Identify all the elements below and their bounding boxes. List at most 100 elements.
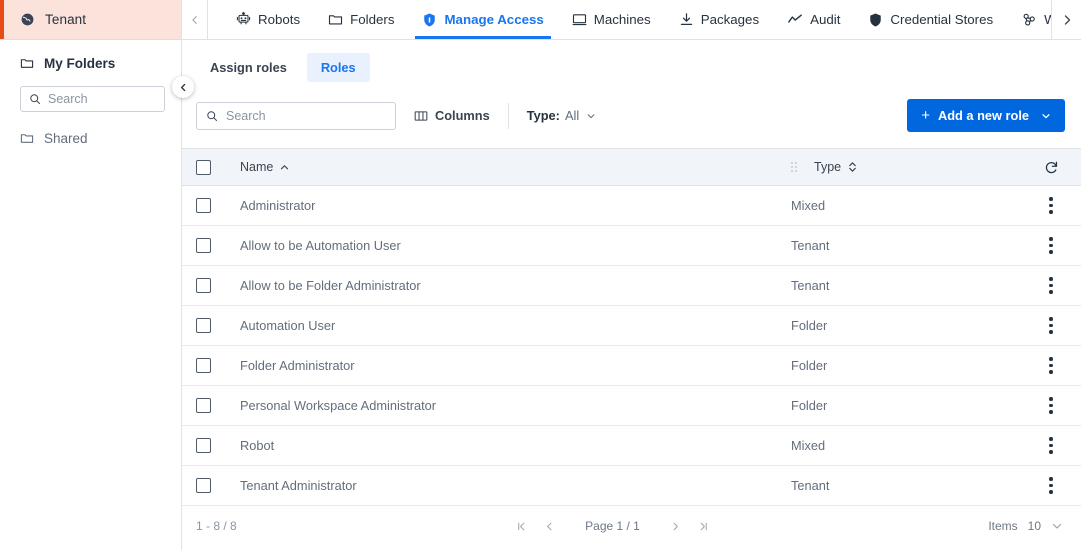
more-vertical-icon[interactable]	[1045, 233, 1057, 258]
column-header-name[interactable]: Name	[240, 160, 791, 174]
sidebar-tenant-header[interactable]: Tenant	[0, 0, 181, 40]
table-row[interactable]: Personal Workspace Administrator Folder	[182, 386, 1081, 426]
tab-manage-access[interactable]: Manage Access	[408, 0, 557, 39]
topnav-scroll-right-button[interactable]	[1051, 0, 1081, 39]
row-checkbox[interactable]	[196, 238, 211, 253]
sidebar-item-my-folders[interactable]: My Folders	[0, 45, 181, 81]
row-checkbox[interactable]	[196, 318, 211, 333]
table-row[interactable]: Tenant Administrator Tenant	[182, 466, 1081, 506]
cell-type: Mixed	[791, 198, 1021, 213]
cell-type: Mixed	[791, 438, 1021, 453]
table-row[interactable]: Folder Administrator Folder	[182, 346, 1081, 386]
search-icon	[206, 110, 218, 122]
topnav-tabs: Robots Folders Manage Access Machines Pa…	[208, 0, 1081, 39]
row-checkbox[interactable]	[196, 438, 211, 453]
table-row[interactable]: Allow to be Automation User Tenant	[182, 226, 1081, 266]
column-drag-handle-icon[interactable]	[791, 162, 797, 172]
tab-label: Folders	[350, 12, 395, 27]
cell-type: Tenant	[791, 238, 1021, 253]
cell-name: Personal Workspace Administrator	[240, 398, 791, 413]
cell-type: Folder	[791, 398, 1021, 413]
role-name: Administrator	[240, 198, 316, 213]
tab-packages[interactable]: Packages	[665, 0, 773, 39]
cell-name: Tenant Administrator	[240, 478, 791, 493]
subtab-label: Roles	[320, 60, 356, 75]
table-row[interactable]: Automation User Folder	[182, 306, 1081, 346]
sidebar-search[interactable]	[20, 86, 165, 112]
cell-name: Robot	[240, 438, 791, 453]
row-select-cell	[196, 478, 240, 493]
row-checkbox[interactable]	[196, 358, 211, 373]
tab-label: Credential Stores	[890, 12, 994, 27]
type-filter-value: All	[564, 108, 580, 123]
sort-both-icon	[848, 161, 857, 173]
page-indicator: Page 1 / 1	[585, 519, 640, 533]
role-type: Mixed	[791, 198, 826, 213]
table-header-row: Name Type	[182, 148, 1081, 186]
items-per-page-select[interactable]: Items 10	[988, 519, 1063, 533]
roles-search[interactable]	[196, 101, 396, 130]
row-actions-cell	[1021, 433, 1081, 458]
sidebar-item-label: Shared	[44, 130, 88, 146]
table-row[interactable]: Administrator Mixed	[182, 186, 1081, 226]
refresh-icon[interactable]	[1044, 160, 1059, 175]
more-vertical-icon[interactable]	[1045, 273, 1057, 298]
row-checkbox[interactable]	[196, 398, 211, 413]
roles-search-input[interactable]	[226, 108, 386, 123]
select-all-checkbox[interactable]	[196, 159, 211, 175]
chevron-down-icon	[1051, 520, 1063, 532]
more-vertical-icon[interactable]	[1045, 353, 1057, 378]
subtab-roles[interactable]: Roles	[306, 53, 370, 82]
add-role-label: Add a new role	[937, 108, 1029, 123]
plus-icon: +	[921, 107, 930, 124]
toolbar-divider	[507, 102, 509, 129]
row-select-cell	[196, 238, 240, 253]
add-a-new-role-button[interactable]: + Add a new role	[907, 99, 1065, 132]
more-vertical-icon[interactable]	[1045, 193, 1057, 218]
tab-folders[interactable]: Folders	[314, 0, 408, 39]
column-header-type[interactable]: Type	[791, 160, 1021, 174]
globe-icon	[20, 12, 35, 27]
role-type: Tenant	[791, 478, 830, 493]
cell-name: Automation User	[240, 318, 791, 333]
last-page-button[interactable]	[690, 512, 718, 540]
role-name: Automation User	[240, 318, 336, 333]
row-checkbox[interactable]	[196, 198, 211, 213]
table-body: Administrator Mixed Allow to be Automation…	[182, 186, 1081, 506]
table-toolbar: Columns Type: All + Add a new role	[182, 82, 1081, 132]
subtab-assign-roles[interactable]: Assign roles	[196, 53, 301, 82]
row-select-cell	[196, 318, 240, 333]
next-page-button[interactable]	[662, 512, 690, 540]
trend-icon	[787, 12, 803, 27]
more-vertical-icon[interactable]	[1045, 313, 1057, 338]
type-filter-key: Type:	[526, 108, 560, 123]
tab-label: Audit	[810, 12, 841, 27]
app-root: Tenant My Folders Search Shared Robots F…	[0, 0, 1081, 550]
cell-name: Allow to be Folder Administrator	[240, 278, 791, 293]
sidebar-tenant-label: Tenant	[45, 12, 87, 27]
more-vertical-icon[interactable]	[1045, 473, 1057, 498]
columns-button[interactable]: Columns	[414, 108, 490, 123]
sidebar-item-shared[interactable]: Shared	[0, 120, 181, 156]
folder-icon	[20, 131, 34, 145]
row-checkbox[interactable]	[196, 478, 211, 493]
items-value: 10	[1027, 519, 1042, 533]
topnav-scroll-left-button[interactable]	[182, 0, 208, 39]
tab-machines[interactable]: Machines	[558, 0, 665, 39]
more-vertical-icon[interactable]	[1045, 393, 1057, 418]
previous-page-button[interactable]	[535, 512, 563, 540]
row-actions-cell	[1021, 273, 1081, 298]
tab-robots[interactable]: Robots	[222, 0, 314, 39]
sort-ascending-icon	[280, 164, 289, 171]
table-row[interactable]: Robot Mixed	[182, 426, 1081, 466]
sidebar-collapse-button[interactable]	[172, 76, 194, 98]
sidebar: Tenant My Folders Search Shared	[0, 0, 194, 550]
tab-credential-stores[interactable]: Credential Stores	[854, 0, 1007, 39]
sidebar-search-input[interactable]	[48, 92, 156, 106]
tab-audit[interactable]: Audit	[773, 0, 854, 39]
more-vertical-icon[interactable]	[1045, 433, 1057, 458]
type-filter[interactable]: Type: All	[527, 108, 596, 123]
table-row[interactable]: Allow to be Folder Administrator Tenant	[182, 266, 1081, 306]
row-checkbox[interactable]	[196, 278, 211, 293]
first-page-button[interactable]	[507, 512, 535, 540]
